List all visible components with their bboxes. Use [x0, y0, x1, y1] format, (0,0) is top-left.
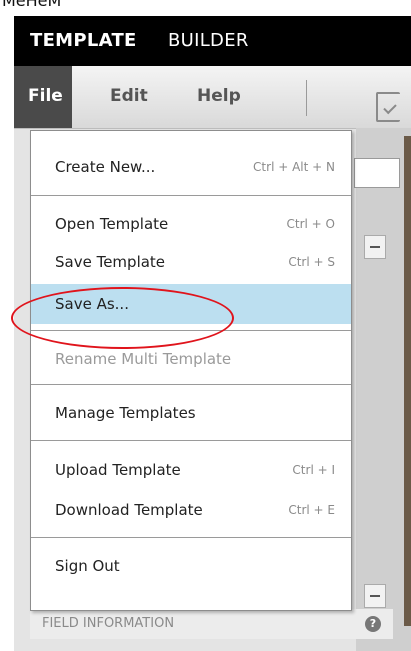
menu-item-download-template[interactable]: Download Template Ctrl + E	[31, 492, 351, 528]
help-icon[interactable]: ?	[365, 616, 381, 632]
menu-item-label: Rename Multi Template	[55, 350, 232, 368]
menu-item-sign-out[interactable]: Sign Out	[31, 548, 351, 584]
app-title-rest: BUILDER	[168, 30, 249, 51]
cropped-caption: MeHeM	[0, 0, 90, 16]
menu-file[interactable]: File	[14, 66, 72, 128]
menu-item-shortcut: Ctrl + O	[286, 217, 335, 231]
menu-item-label: Sign Out	[55, 557, 120, 575]
menu-edit[interactable]: Edit	[110, 66, 148, 128]
field-information-header: FIELD INFORMATION ?	[30, 609, 393, 639]
app-title-bold: TEMPLATE	[30, 30, 137, 51]
menu-item-label: Download Template	[55, 501, 203, 519]
menu-item-label: Open Template	[55, 215, 169, 233]
background-canvas-edge	[404, 136, 411, 626]
background-input[interactable]	[354, 158, 400, 188]
menu-item-label: Upload Template	[55, 461, 181, 479]
menu-item-label: Manage Templates	[55, 404, 196, 422]
menu-divider	[31, 440, 351, 441]
menu-item-manage-templates[interactable]: Manage Templates	[31, 395, 351, 431]
menu-item-shortcut: Ctrl + E	[288, 503, 335, 517]
field-information-label: FIELD INFORMATION	[42, 616, 175, 631]
menu-item-shortcut: Ctrl + Alt + N	[253, 160, 335, 174]
app-title-bar: TEMPLATE BUILDER	[14, 16, 411, 66]
menu-item-upload-template[interactable]: Upload Template Ctrl + I	[31, 452, 351, 488]
menu-item-shortcut: Ctrl + I	[292, 463, 335, 477]
collapse-button[interactable]	[364, 235, 386, 259]
menu-item-label: Save Template	[55, 253, 166, 271]
menu-bar: File Edit Help	[14, 66, 411, 129]
collapse-button[interactable]	[364, 584, 386, 608]
menu-divider	[31, 195, 351, 196]
menu-item-shortcut: Ctrl + S	[288, 255, 335, 269]
menu-item-save-as[interactable]: Save As...	[31, 284, 351, 324]
file-dropdown-menu: Create New... Ctrl + Alt + N Open Templa…	[30, 130, 352, 611]
menu-divider	[31, 384, 351, 385]
menu-divider	[31, 537, 351, 538]
menu-item-create-new[interactable]: Create New... Ctrl + Alt + N	[31, 149, 351, 185]
menu-item-save-template[interactable]: Save Template Ctrl + S	[31, 244, 351, 280]
menu-item-label: Create New...	[55, 158, 156, 176]
menu-item-open-template[interactable]: Open Template Ctrl + O	[31, 206, 351, 242]
document-check-icon[interactable]	[376, 92, 400, 122]
menu-divider	[31, 330, 351, 331]
menu-item-rename-multi-template: Rename Multi Template	[31, 341, 351, 377]
cropped-caption-text: MeHeM	[2, 0, 62, 10]
background-panel	[356, 128, 411, 651]
menu-help[interactable]: Help	[197, 66, 241, 128]
menu-item-label: Save As...	[55, 295, 129, 313]
menu-separator	[306, 80, 307, 116]
